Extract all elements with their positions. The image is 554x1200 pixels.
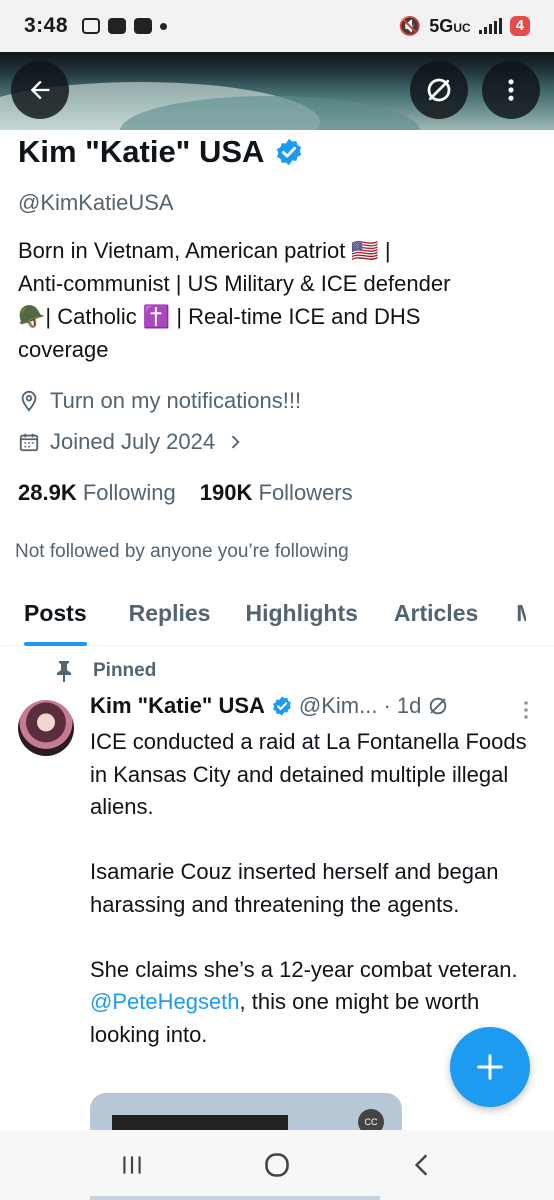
bio-line: 🪖| Catholic ✝️ | Real-time ICE and DHS (18, 304, 421, 329)
status-bar: 3:48 🔇 5GUC 4 (0, 0, 554, 52)
network-label: 5GUC (429, 15, 471, 36)
followers-link[interactable]: 190K Followers (200, 480, 353, 506)
back-arrow-icon (30, 80, 50, 100)
follow-counts: 28.9K Following 190K Followers (18, 480, 353, 506)
grok-button[interactable] (410, 61, 468, 119)
pinned-label: Pinned (93, 660, 157, 681)
mute-icon: 🔇 (398, 15, 422, 36)
joined-text: Joined July 2024 (50, 429, 216, 454)
post-header: Kim "Katie" USA @Kim... · 1d (90, 693, 449, 719)
recent-apps-icon[interactable] (119, 1152, 145, 1178)
location-pin-icon (21, 390, 37, 412)
grok-icon[interactable] (427, 695, 449, 717)
tab-media[interactable]: Media (516, 590, 526, 645)
not-followed-notice: Not followed by anyone you’re following (15, 541, 349, 562)
bio-line: coverage (18, 337, 109, 362)
post-author-handle: @Kim... (298, 693, 378, 718)
alert-icon (108, 18, 127, 34)
post-more-icon[interactable] (518, 698, 534, 722)
youtube-icon (134, 18, 153, 34)
system-nav-bar (0, 1130, 554, 1200)
back-button[interactable] (11, 61, 69, 119)
more-vertical-icon (508, 79, 514, 101)
battery-badge: 4 (509, 16, 530, 36)
status-notification-icons (82, 18, 168, 34)
tab-replies[interactable]: Replies (129, 590, 211, 645)
tab-posts[interactable]: Posts (24, 590, 87, 646)
profile-joined[interactable]: Joined July 2024 (18, 429, 245, 455)
status-right: 🔇 5GUC 4 (399, 16, 530, 37)
dot-icon (160, 22, 168, 30)
pin-icon (57, 661, 71, 682)
compose-post-button[interactable] (450, 1027, 530, 1107)
chevron-right-icon (231, 435, 240, 449)
divider (90, 1196, 380, 1200)
calendar-icon (19, 433, 39, 452)
post-paragraph: ICE conducted a raid at La Fontanella Fo… (90, 729, 527, 819)
post-media[interactable]: CC (90, 1093, 402, 1133)
more-options-button[interactable] (482, 61, 540, 119)
post-author-name[interactable]: Kim "Katie" USA (90, 693, 265, 719)
tab-articles[interactable]: Articles (394, 590, 478, 645)
post-paragraph: Isamarie Couz inserted herself and began… (90, 859, 499, 917)
profile-tabs: Posts Replies Highlights Articles Media (0, 590, 554, 646)
avatar[interactable] (18, 700, 74, 756)
profile-name: Kim "Katie" USA (18, 134, 265, 169)
verified-badge-icon[interactable] (274, 137, 304, 167)
grok-icon (427, 78, 451, 102)
bio-line: Anti-communist | US Military & ICE defen… (18, 271, 451, 296)
active-tab-indicator (24, 642, 87, 646)
location-text: Turn on my notifications!!! (50, 388, 302, 413)
mention-link[interactable]: @PeteHegseth (90, 989, 240, 1014)
following-link[interactable]: 28.9K Following (18, 480, 176, 506)
back-nav-icon[interactable] (409, 1152, 435, 1178)
verified-badge-icon (273, 696, 291, 716)
post-text: ICE conducted a raid at La Fontanella Fo… (90, 726, 530, 1084)
status-time: 3:48 (24, 14, 69, 37)
tab-highlights[interactable]: Highlights (245, 590, 357, 645)
profile-name-row: Kim "Katie" USA (18, 134, 304, 170)
plus-icon (477, 1054, 503, 1080)
profile-banner[interactable] (0, 52, 554, 130)
profile-bio: Born in Vietnam, American patriot 🇺🇸 | A… (18, 234, 538, 366)
bio-line: Born in Vietnam, American patriot 🇺🇸 | (18, 238, 391, 263)
post-timestamp[interactable]: · 1d (383, 693, 421, 719)
profile-location: Turn on my notifications!!! (18, 388, 301, 414)
pinned-indicator: Pinned (55, 660, 156, 682)
home-icon[interactable] (263, 1151, 291, 1179)
signal-icon (478, 18, 502, 34)
profile-handle: @KimKatieUSA (18, 190, 174, 215)
screenshot-icon (82, 18, 101, 34)
